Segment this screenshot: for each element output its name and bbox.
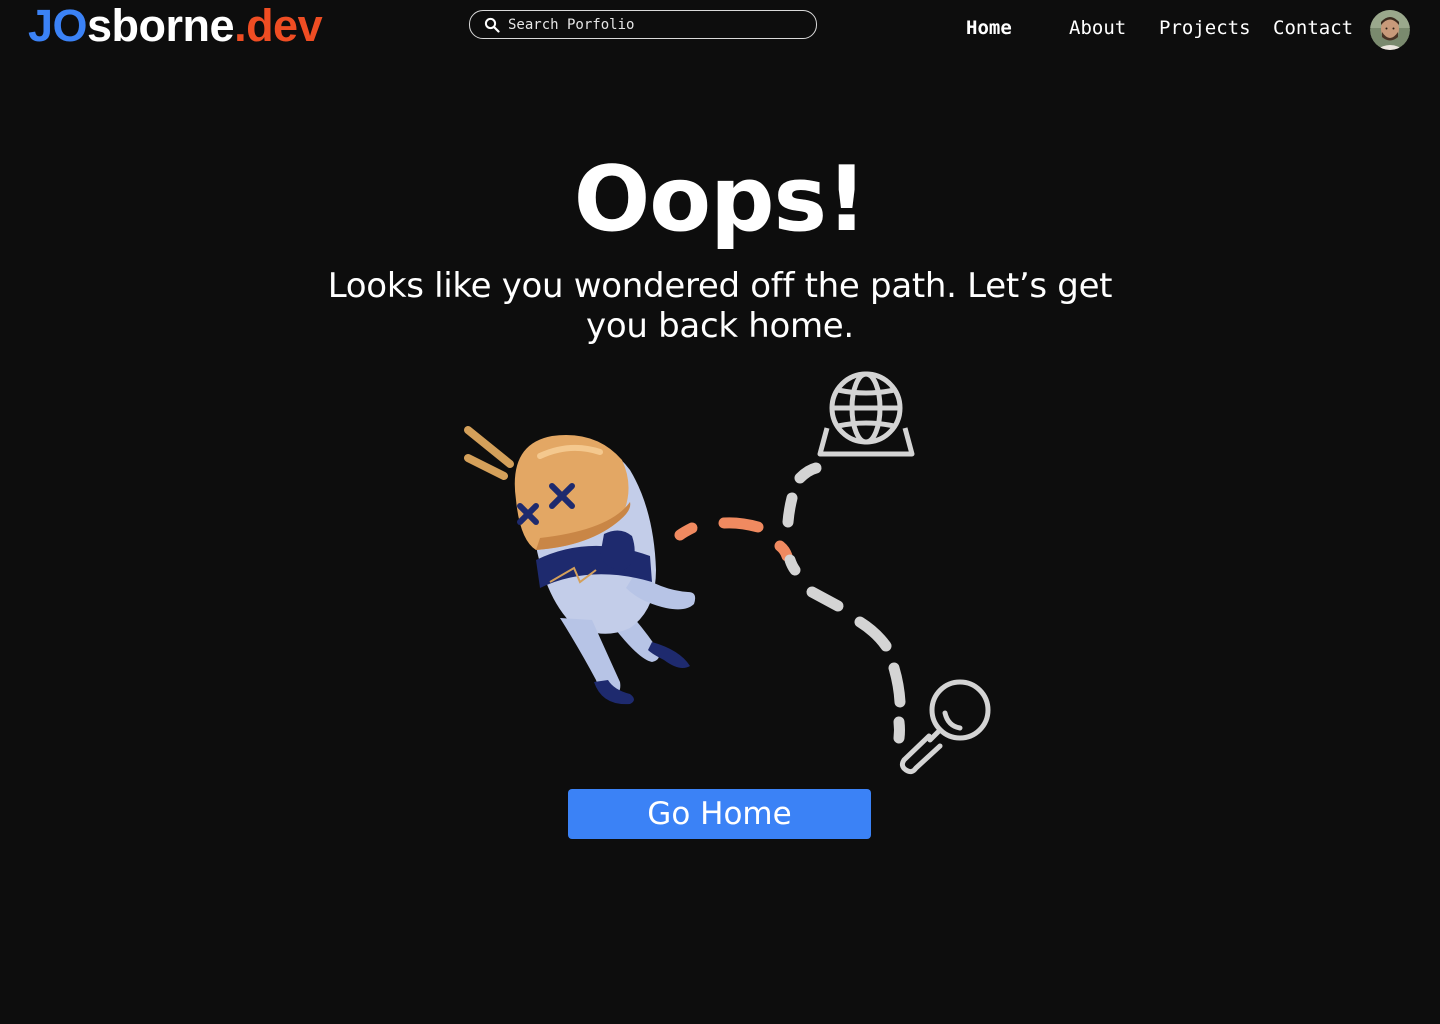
search-input[interactable]	[508, 16, 798, 33]
search-icon	[484, 17, 500, 33]
lost-astronaut-icon	[464, 426, 696, 705]
path-dashes-grey	[782, 462, 906, 744]
page-title: Oops!	[573, 147, 867, 252]
page-subtitle: Looks like you wondered off the path. Le…	[327, 266, 1113, 346]
go-home-button[interactable]: Go Home	[568, 789, 871, 839]
globe-icon	[817, 371, 915, 457]
site-logo[interactable]: JO sborne .dev	[28, 0, 323, 52]
nav-projects[interactable]: Projects	[1159, 14, 1251, 42]
path-dashes-orange	[674, 517, 793, 562]
nav-about[interactable]: About	[1069, 14, 1126, 42]
logo-initials: JO	[28, 0, 88, 51]
nav-contact[interactable]: Contact	[1273, 14, 1353, 42]
not-found-page: JOsborne.dev Home About Projects Contact…	[0, 0, 1440, 1024]
profile-avatar[interactable]	[1370, 10, 1410, 50]
logo-name: sborne	[87, 0, 235, 51]
magnifying-glass-icon	[899, 679, 991, 775]
search-bar[interactable]	[469, 10, 817, 39]
logo-domain: .dev	[234, 0, 323, 51]
lost-astronaut-illustration	[440, 360, 1020, 780]
nav-home[interactable]: Home	[966, 14, 1012, 42]
